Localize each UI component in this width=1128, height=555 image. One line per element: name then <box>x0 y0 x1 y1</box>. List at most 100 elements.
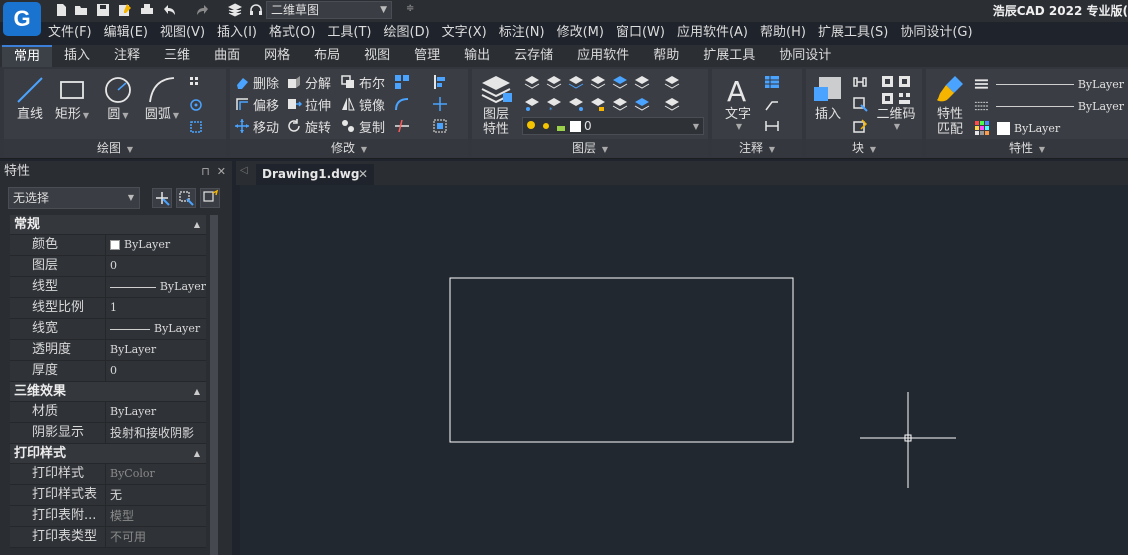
tab-surface[interactable]: 曲面 <box>202 45 252 67</box>
layer-merge-icon[interactable] <box>634 74 650 90</box>
tab-collab[interactable]: 协同设计 <box>767 45 843 67</box>
color-dropdown[interactable]: ByLayer <box>974 118 1124 138</box>
tab-3d[interactable]: 三维 <box>152 45 202 67</box>
menu-apps[interactable]: 应用软件(A) <box>671 22 754 44</box>
break-icon[interactable] <box>432 96 448 112</box>
hatch-grid-icon[interactable] <box>188 75 204 91</box>
menu-insert[interactable]: 插入(I) <box>211 22 263 44</box>
rectangle-button[interactable]: 矩形 ▼ <box>50 73 94 123</box>
close-icon[interactable]: ✕ <box>358 164 368 184</box>
layer-current-icon[interactable] <box>612 74 628 90</box>
layer-isolate-icon[interactable] <box>546 74 562 90</box>
menu-extensions[interactable]: 扩展工具(S) <box>812 22 894 44</box>
layer-dropdown[interactable]: 0 ▼ <box>522 117 704 135</box>
palette-scrollbar[interactable] <box>210 215 218 555</box>
prop-value[interactable]: ByLayer <box>106 235 206 255</box>
fillet-icon[interactable] <box>394 96 410 112</box>
menu-format[interactable]: 格式(O) <box>263 22 321 44</box>
prop-value[interactable]: 投射和接收阴影 <box>106 423 206 443</box>
prop-value[interactable]: 0 <box>106 361 206 381</box>
region-icon[interactable] <box>188 119 204 135</box>
prop-row-thickness[interactable]: 厚度 0 <box>10 361 206 382</box>
customize-toolbar-icon[interactable]: ≑ <box>406 3 420 17</box>
menu-window[interactable]: 窗口(W) <box>610 22 671 44</box>
pin-icon[interactable]: ⊓ <box>201 165 210 178</box>
prop-value[interactable]: 无 <box>106 485 206 505</box>
rotate-button[interactable]: 旋转 <box>286 116 331 136</box>
print-icon[interactable] <box>140 3 154 17</box>
block-attribute-icon[interactable] <box>852 118 868 134</box>
scale-icon[interactable] <box>432 118 448 134</box>
qr-code-button[interactable]: 二维码 ▼ <box>874 73 918 131</box>
prop-row-shadow[interactable]: 阴影显示 投射和接收阴影 <box>10 423 206 444</box>
tab-cloud[interactable]: 云存储 <box>502 45 565 67</box>
layer-freeze-icon[interactable]: * <box>546 96 562 112</box>
erase-button[interactable]: 删除 <box>234 72 279 92</box>
panel-draw-label[interactable]: 绘图 ▼ <box>4 139 226 157</box>
layer-off-icon[interactable] <box>524 96 540 112</box>
open-folder-icon[interactable] <box>74 3 88 17</box>
menu-tools[interactable]: 工具(T) <box>321 22 377 44</box>
layer-state-icon[interactable] <box>524 74 540 90</box>
layer-walk-icon[interactable] <box>634 96 650 112</box>
explode-button[interactable]: 分解 <box>286 72 331 92</box>
menu-help[interactable]: 帮助(H) <box>754 22 812 44</box>
app-logo[interactable]: G <box>3 2 41 36</box>
prop-row-layer[interactable]: 图层 0 <box>10 256 206 277</box>
tab-manage[interactable]: 管理 <box>402 45 452 67</box>
layer-previous-icon[interactable] <box>664 96 680 112</box>
save-as-icon[interactable] <box>118 3 132 17</box>
menu-view[interactable]: 视图(V) <box>154 22 211 44</box>
panel-layer-label[interactable]: 图层 ▼ <box>472 139 708 157</box>
tab-insert[interactable]: 插入 <box>52 45 102 67</box>
drawing-canvas[interactable] <box>240 185 1128 555</box>
layer-change-icon[interactable] <box>590 74 606 90</box>
layer-unlock-icon[interactable] <box>612 96 628 112</box>
copy-button[interactable]: 复制 <box>340 116 385 136</box>
save-icon[interactable] <box>96 3 110 17</box>
arc-button[interactable]: 圆弧 ▼ <box>140 73 184 123</box>
layer-lock-icon[interactable] <box>590 96 606 112</box>
scroll-left-icon[interactable]: ◁ <box>240 165 248 176</box>
tab-mesh[interactable]: 网格 <box>252 45 302 67</box>
section-general[interactable]: 常规 ▲ <box>10 215 206 235</box>
prop-row-linetype[interactable]: 线型 ByLayer <box>10 277 206 298</box>
table-icon[interactable] <box>764 74 780 90</box>
move-button[interactable]: 移动 <box>234 116 279 136</box>
offset-button[interactable]: 偏移 <box>234 94 279 114</box>
layers-stack-icon[interactable] <box>227 3 243 17</box>
boolean-button[interactable]: 布尔 <box>340 72 385 92</box>
mirror-button[interactable]: 镜像 <box>340 94 385 114</box>
menu-draw[interactable]: 绘图(D) <box>378 22 436 44</box>
array-icon[interactable] <box>394 74 410 90</box>
point-target-icon[interactable] <box>188 97 204 113</box>
prop-value[interactable]: ByLayer <box>106 340 206 360</box>
circle-button[interactable]: 圆 ▼ <box>96 73 140 123</box>
headset-icon[interactable] <box>249 3 263 17</box>
workspace-select[interactable]: 二维草图 ▼ <box>266 1 392 19</box>
tab-layout[interactable]: 布局 <box>302 45 352 67</box>
panel-modify-label[interactable]: 修改 ▼ <box>230 139 468 157</box>
prop-value[interactable]: ByLayer <box>106 319 206 339</box>
prop-row-plot-table-type[interactable]: 打印表类型 不可用 <box>10 527 206 548</box>
tab-apps[interactable]: 应用软件 <box>565 45 641 67</box>
prop-value[interactable]: ByLayer <box>106 277 206 297</box>
layer-on-icon[interactable] <box>568 96 584 112</box>
panel-annotation-label[interactable]: 注释 ▼ <box>712 139 802 157</box>
dimension-icon[interactable] <box>764 118 780 134</box>
undo-icon[interactable] <box>162 3 176 17</box>
prop-row-plot-attached[interactable]: 打印表附... 模型 <box>10 506 206 527</box>
redo-icon[interactable] <box>196 3 210 17</box>
tab-output[interactable]: 输出 <box>452 45 502 67</box>
trim-icon[interactable] <box>394 118 410 134</box>
tab-view[interactable]: 视图 <box>352 45 402 67</box>
close-icon[interactable]: ✕ <box>217 165 226 178</box>
text-button[interactable]: A 文字 ▼ <box>716 73 760 131</box>
select-objects-icon[interactable] <box>176 188 196 208</box>
insert-block-button[interactable]: 插入 <box>806 73 850 122</box>
tab-home[interactable]: 常用 <box>2 45 53 67</box>
menu-file[interactable]: 文件(F) <box>42 22 98 44</box>
section-3d-effects[interactable]: 三维效果 ▲ <box>10 382 206 402</box>
menu-dimension[interactable]: 标注(N) <box>493 22 551 44</box>
block-create-icon[interactable] <box>852 96 868 112</box>
